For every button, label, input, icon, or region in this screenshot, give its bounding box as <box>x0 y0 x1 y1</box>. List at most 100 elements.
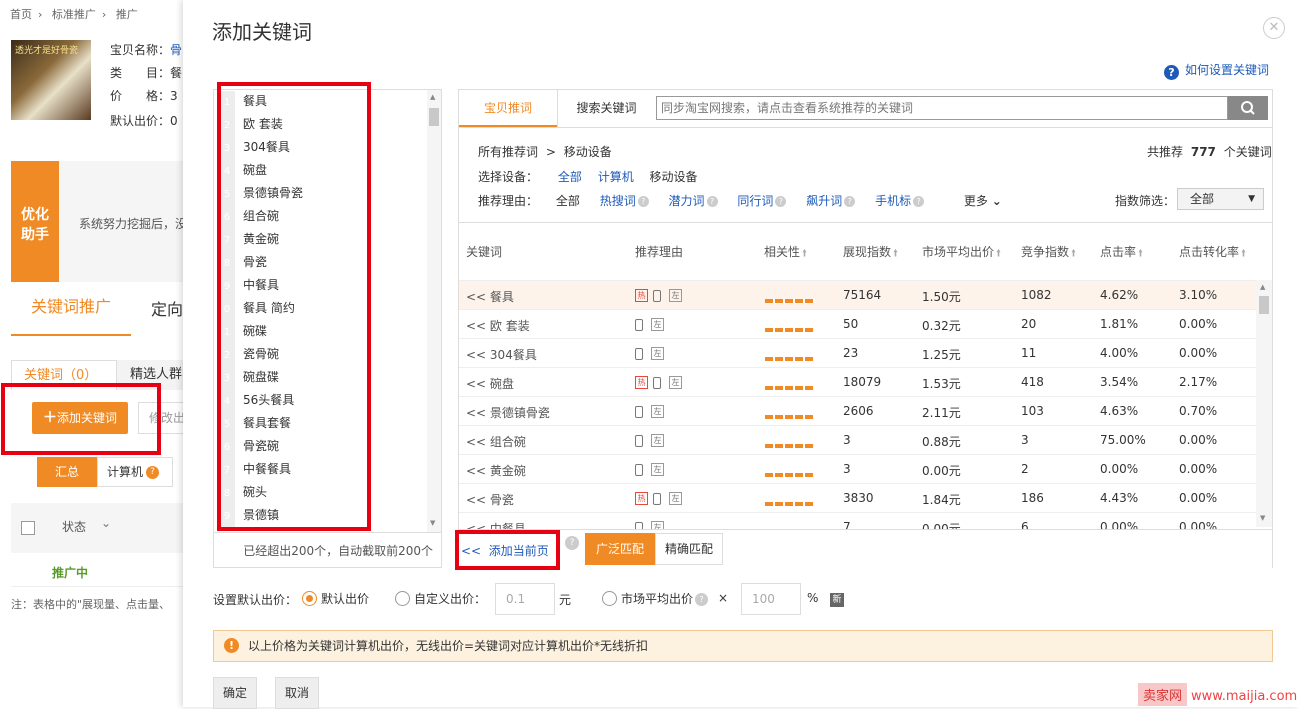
left-tag: 左 <box>651 463 664 476</box>
col-impression-label: 展现指数 <box>843 245 892 259</box>
device-mobile[interactable]: 移动设备 <box>650 170 698 184</box>
comp-cell: 20 <box>1021 317 1037 331</box>
reason-all[interactable]: 全部 <box>556 194 580 208</box>
keyword-cell[interactable]: << 欧 套装 <box>466 317 530 334</box>
col-impression[interactable]: 展现指数 🠙 <box>843 243 898 263</box>
tab-targeting[interactable]: 定向 <box>151 296 183 320</box>
computer-button[interactable]: 计算机? <box>97 457 173 487</box>
list-scroll-thumb[interactable] <box>429 108 439 126</box>
index-filter-select[interactable]: 全部 ▼ <box>1177 188 1264 210</box>
radio[interactable] <box>395 591 410 606</box>
col-reason: 推荐理由 <box>635 245 684 259</box>
product-name-value[interactable]: 骨 <box>170 43 182 57</box>
bid-default-option[interactable]: 默认出价 <box>302 590 369 607</box>
table-scroll-thumb[interactable] <box>1259 296 1269 314</box>
reason-rising[interactable]: 飙升词? <box>806 194 856 208</box>
computer-label: 计算机 <box>107 465 144 479</box>
breadcrumb-promo[interactable]: 推广 <box>116 8 138 21</box>
broad-match-button[interactable]: 广泛匹配 <box>585 533 655 565</box>
table-note: 注：表格中的"展现量、点击量、 <box>11 598 171 611</box>
keyword-cell[interactable]: << 黄金碗 <box>466 462 526 479</box>
sort-arrow-icon: 🠙 <box>996 248 1002 259</box>
relevance-bars <box>765 472 815 477</box>
scroll-down-icon[interactable]: ▼ <box>1260 514 1265 522</box>
col-keyword: 关键词 <box>466 245 503 259</box>
table-scrollbar[interactable]: ▲ ▼ <box>1256 280 1272 527</box>
col-conversion[interactable]: 点击转化率 🠙 <box>1179 243 1246 263</box>
scroll-down-icon[interactable]: ▼ <box>430 519 435 527</box>
device-filter: 选择设备： 全部 计算机 移动设备 <box>478 168 698 185</box>
col-market-price[interactable]: 市场平均出价 🠙 <box>922 243 1001 263</box>
chevron-down-icon[interactable]: ⌄ <box>101 516 111 530</box>
thumbnail-caption: 透光才是好骨瓷 <box>15 46 79 56</box>
col-relevance[interactable]: 相关性 🠙 <box>764 243 807 263</box>
help-link[interactable]: ? 如何设置关键词 <box>1164 61 1269 80</box>
reason-rising-label: 飙升词 <box>806 194 843 208</box>
left-tag: 左 <box>651 347 664 360</box>
table-row[interactable]: << 餐具热左 75164 1.50元 1082 4.62% 3.10% <box>459 280 1256 309</box>
keyword-cell[interactable]: << 餐具 <box>466 288 514 305</box>
table-row[interactable]: << 组合碗 左 3 0.88元 3 75.00% 0.00% <box>459 425 1256 454</box>
col-ctr[interactable]: 点击率 🠙 <box>1100 243 1143 263</box>
device-computer[interactable]: 计算机 <box>598 170 634 184</box>
relevance-bars <box>765 414 815 419</box>
background-page: 首页 › 标准推广 › 推广 透光才是好骨瓷 宝贝名称：骨 类 目：餐 价 格：3 … <box>0 0 184 707</box>
ctr-cell: 4.63% <box>1100 404 1139 418</box>
bid-label: 设置默认出价： <box>213 593 298 607</box>
watermark-badge: 卖家网 <box>1138 683 1188 706</box>
exact-match-button[interactable]: 精确匹配 <box>655 533 723 565</box>
tab-keyword-promotion[interactable]: 关键词推广 <box>11 294 131 336</box>
reason-potential[interactable]: 潜力词? <box>669 194 718 208</box>
summary-button[interactable]: 汇总 <box>37 457 97 487</box>
reason-peer[interactable]: 同行词? <box>737 194 787 208</box>
device-all[interactable]: 全部 <box>558 170 582 184</box>
help-icon: ? <box>695 593 709 606</box>
list-scrollbar[interactable]: ▲ ▼ <box>427 90 441 532</box>
ctr-cell: 4.00% <box>1100 346 1139 360</box>
total-number: 777 <box>1190 145 1216 159</box>
keyword-cell[interactable]: << 304餐具 <box>466 346 537 363</box>
table-row[interactable]: << 304餐具 左 23 1.25元 11 4.00% 0.00% <box>459 338 1256 367</box>
sort-arrow-icon: 🠙 <box>1071 248 1077 259</box>
search-button[interactable] <box>1228 96 1268 120</box>
col-competition[interactable]: 竞争指数 🠙 <box>1021 243 1076 263</box>
search-icon <box>1241 101 1255 115</box>
reason-mobile[interactable]: 手机标? <box>875 194 925 208</box>
table-row[interactable]: << 碗盘热左 18079 1.53元 418 3.54% 2.17% <box>459 367 1256 396</box>
table-row[interactable]: << 景德镇骨瓷 左 2606 2.11元 103 4.63% 0.70% <box>459 396 1256 425</box>
bid-custom-option[interactable]: 自定义出价： <box>395 590 486 607</box>
table-row[interactable]: << 黄金碗 左 3 0.00元 2 0.00% 0.00% <box>459 454 1256 483</box>
tab-search-keyword[interactable]: 搜索关键词 <box>557 90 655 127</box>
bid-market-label: 市场平均出价 <box>621 592 694 606</box>
confirm-button[interactable]: 确定 <box>213 677 257 709</box>
table-row[interactable]: << 欧 套装 左 50 0.32元 20 1.81% 0.00% <box>459 309 1256 338</box>
more-filters[interactable]: 更多 ⌄ <box>964 194 1002 208</box>
cvr-cell: 3.10% <box>1179 288 1218 302</box>
reason-hot[interactable]: 热搜词? <box>600 194 649 208</box>
breadcrumb-home[interactable]: 首页 <box>10 8 32 21</box>
cancel-button[interactable]: 取消 <box>275 677 319 709</box>
optimize-assistant-badge[interactable]: 优化 助手 <box>11 161 59 282</box>
custom-bid-input[interactable]: 0.1 <box>495 583 555 615</box>
radio[interactable] <box>602 591 617 606</box>
keyword-cell[interactable]: << 组合碗 <box>466 433 526 450</box>
keyword-cell[interactable]: << 骨瓷 <box>466 491 514 508</box>
breadcrumb-standard[interactable]: 标准推广 <box>52 8 96 21</box>
path-all[interactable]: 所有推荐词 <box>478 145 538 159</box>
close-icon[interactable]: ✕ <box>1263 17 1285 39</box>
market-percent-input[interactable]: 100 <box>741 583 801 615</box>
radio-selected[interactable] <box>302 591 317 606</box>
scroll-up-icon[interactable]: ▲ <box>430 93 435 101</box>
product-price-value: 3 <box>170 89 178 103</box>
table-row[interactable]: << 骨瓷热左 3830 1.84元 186 4.43% 0.00% <box>459 483 1256 512</box>
recommend-panel: 宝贝推词 搜索关键词 同步淘宝网搜索，请点击查看系统推荐的关键词 所有推荐词 >… <box>458 89 1273 568</box>
status-column[interactable]: 状态 <box>62 518 86 535</box>
scroll-up-icon[interactable]: ▲ <box>1260 283 1265 291</box>
tab-item-recommend[interactable]: 宝贝推词 <box>459 90 557 127</box>
search-input[interactable]: 同步淘宝网搜索，请点击查看系统推荐的关键词 <box>656 96 1228 120</box>
chevron-right-icon: › <box>101 8 107 21</box>
keyword-cell[interactable]: << 碗盘 <box>466 375 514 392</box>
bid-market-option[interactable]: 市场平均出价? <box>602 590 709 607</box>
select-all-checkbox[interactable] <box>21 521 35 535</box>
keyword-cell[interactable]: << 景德镇骨瓷 <box>466 404 550 421</box>
